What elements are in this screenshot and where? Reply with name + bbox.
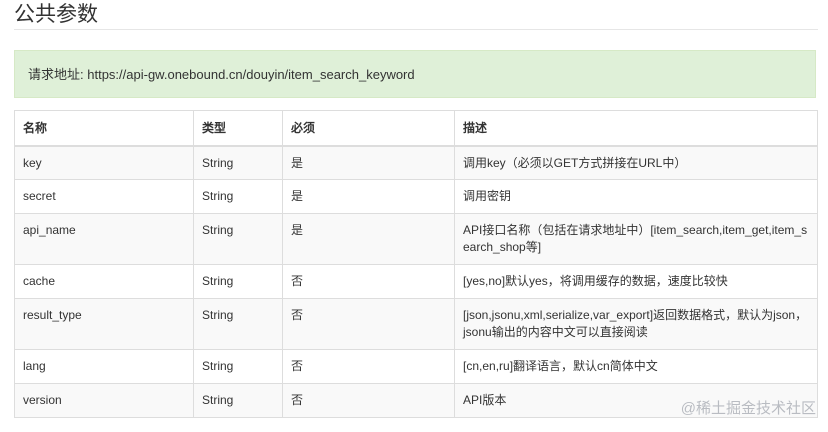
param-description: [cn,en,ru]翻译语言，默认cn简体中文: [454, 349, 818, 384]
param-type: String: [193, 349, 283, 384]
param-name: secret: [14, 179, 194, 214]
param-description: [json,jsonu,xml,serialize,var_export]返回数…: [454, 298, 818, 350]
endpoint-label: 请求地址:: [28, 67, 84, 82]
param-description: 调用密钥: [454, 179, 818, 214]
header-required: 必须: [282, 110, 455, 147]
param-required: 是: [282, 145, 455, 180]
param-required: 否: [282, 349, 455, 384]
param-required: 否: [282, 264, 455, 299]
param-name: key: [14, 145, 194, 180]
section-title: 公共参数: [14, 3, 98, 26]
param-name: lang: [14, 349, 194, 384]
title-divider: [14, 29, 818, 30]
param-name: api_name: [14, 213, 194, 265]
table-row: api_name String 是 API接口名称（包括在请求地址中）[item…: [14, 213, 818, 265]
table-row: secret String 是 调用密钥: [14, 179, 818, 214]
param-name: result_type: [14, 298, 194, 350]
watermark: @稀土掘金技术社区: [680, 400, 816, 417]
param-required: 否: [282, 383, 455, 418]
table-row: result_type String 否 [json,jsonu,xml,ser…: [14, 298, 818, 350]
param-type: String: [193, 213, 283, 265]
param-type: String: [193, 264, 283, 299]
params-table: 名称 类型 必须 描述 key String 是 调用key（必须以GET方式拼…: [14, 110, 818, 418]
page: 公共参数 请求地址: https://api-gw.onebound.cn/do…: [0, 0, 828, 432]
param-description: API接口名称（包括在请求地址中）[item_search,item_get,i…: [454, 213, 818, 265]
param-description: [yes,no]默认yes，将调用缓存的数据，速度比较快: [454, 264, 818, 299]
endpoint-alert: 请求地址: https://api-gw.onebound.cn/douyin/…: [14, 50, 816, 98]
param-required: 是: [282, 179, 455, 214]
table-row: cache String 否 [yes,no]默认yes，将调用缓存的数据，速度…: [14, 264, 818, 299]
param-required: 否: [282, 298, 455, 350]
param-name: version: [14, 383, 194, 418]
param-type: String: [193, 383, 283, 418]
table-row: key String 是 调用key（必须以GET方式拼接在URL中）: [14, 145, 818, 180]
table-header-row: 名称 类型 必须 描述: [14, 110, 818, 147]
param-name: cache: [14, 264, 194, 299]
table-row: lang String 否 [cn,en,ru]翻译语言，默认cn简体中文: [14, 349, 818, 384]
header-type: 类型: [193, 110, 283, 147]
param-type: String: [193, 145, 283, 180]
param-type: String: [193, 179, 283, 214]
param-required: 是: [282, 213, 455, 265]
endpoint-url[interactable]: https://api-gw.onebound.cn/douyin/item_s…: [87, 67, 414, 82]
header-name: 名称: [14, 110, 194, 147]
header-description: 描述: [454, 110, 818, 147]
param-type: String: [193, 298, 283, 350]
param-description: 调用key（必须以GET方式拼接在URL中）: [454, 145, 818, 180]
